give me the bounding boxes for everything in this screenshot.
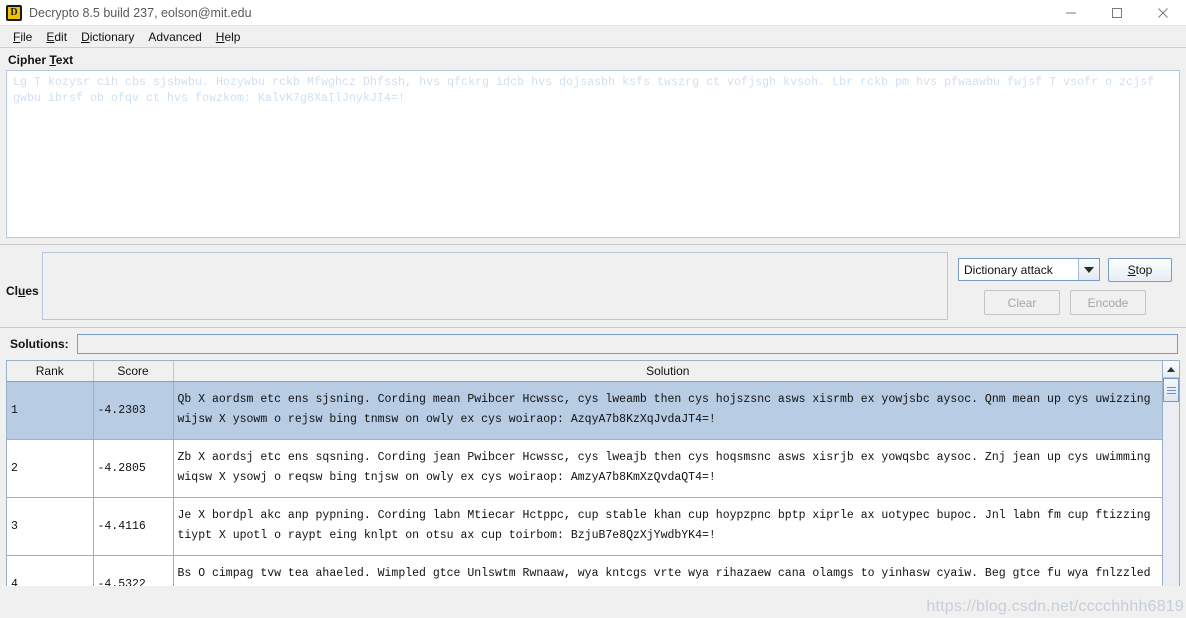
- attack-controls-row-primary: Dictionary attack Stop: [958, 258, 1180, 282]
- menu-item-help[interactable]: Help: [209, 28, 248, 46]
- cipher-label-post: ext: [55, 53, 74, 67]
- attack-mode-select[interactable]: Dictionary attack: [958, 258, 1100, 281]
- menu-dictionary-rest: ictionary: [89, 29, 135, 44]
- cipher-label-pre: Cipher: [8, 53, 50, 67]
- chevron-down-icon[interactable]: [1078, 259, 1099, 280]
- menu-item-dictionary[interactable]: Dictionary: [74, 28, 141, 46]
- clear-button[interactable]: Clear: [984, 290, 1060, 315]
- cell-score: -4.2805: [93, 439, 174, 498]
- cell-rank: 3: [7, 497, 94, 556]
- solutions-label: Solutions:: [10, 337, 69, 351]
- cell-rank: 2: [7, 439, 94, 498]
- attack-mode-value: Dictionary attack: [964, 262, 1053, 277]
- table-row[interactable]: 2 -4.2805 Zb X aordsj etc ens sqsning. C…: [7, 439, 1162, 498]
- cell-rank: 1: [7, 381, 94, 440]
- menu-dictionary-mnemonic: D: [81, 29, 90, 44]
- encode-button[interactable]: Encode: [1070, 290, 1146, 315]
- solutions-input[interactable]: [76, 334, 1178, 354]
- cipher-text-input[interactable]: Lg T kozysr cih cbs sjsbwbu. Hozywbu rck…: [6, 70, 1180, 238]
- menu-file-rest: ile: [20, 29, 33, 44]
- cell-score: -4.5322: [93, 555, 174, 586]
- app-icon: D: [6, 4, 22, 21]
- column-header-score[interactable]: Score: [93, 361, 174, 382]
- menu-item-advanced[interactable]: Advanced: [141, 28, 208, 46]
- menu-item-edit[interactable]: Edit: [39, 28, 74, 46]
- cell-solution: Qb X aordsm etc ens sjsning. Cording mea…: [173, 381, 1162, 440]
- title-bar: D Decrypto 8.5 build 237, eolson@mit.edu: [0, 0, 1186, 26]
- scrollbar-track[interactable]: [1163, 402, 1179, 586]
- solutions-vertical-scrollbar[interactable]: [1162, 361, 1179, 586]
- watermark-text: https://blog.csdn.net/cccchhhh6819: [926, 598, 1184, 615]
- cell-solution: Zb X aordsj etc ens sqsning. Cording jea…: [173, 439, 1162, 498]
- attack-controls: Dictionary attack Stop Clear Encode: [958, 252, 1180, 315]
- cell-rank: 4: [7, 555, 94, 586]
- column-header-rank[interactable]: Rank: [7, 361, 94, 382]
- stop-button-mnemonic: S: [1127, 263, 1136, 277]
- app-window: D Decrypto 8.5 build 237, eolson@mit.edu…: [0, 0, 1186, 618]
- cell-score: -4.2303: [93, 381, 174, 440]
- clues-label: Clues: [6, 252, 42, 298]
- table-row[interactable]: 1 -4.2303 Qb X aordsm etc ens sjsning. C…: [7, 381, 1162, 440]
- cell-score: -4.4116: [93, 497, 174, 556]
- maximize-icon[interactable]: [1094, 0, 1140, 26]
- solutions-table-body-wrap: Rank Score Solution 1 -4.2303 Qb X aords…: [7, 361, 1162, 586]
- menu-edit-rest: dit: [54, 29, 68, 44]
- menu-bar: File Edit Dictionary Advanced Help: [0, 26, 1186, 48]
- window-title: Decrypto 8.5 build 237, eolson@mit.edu: [29, 5, 252, 20]
- clues-label-pre: Cl: [6, 284, 18, 298]
- menu-help-rest: elp: [224, 29, 241, 44]
- attack-controls-row-secondary: Clear Encode: [958, 290, 1180, 315]
- clues-label-post: es: [25, 284, 39, 298]
- solutions-table: Rank Score Solution 1 -4.2303 Qb X aords…: [6, 360, 1180, 586]
- stop-button[interactable]: Stop: [1108, 258, 1172, 282]
- cipher-text-value: Lg T kozysr cih cbs sjsbwbu. Hozywbu rck…: [13, 76, 1162, 105]
- cipher-text-label: Cipher Text: [0, 48, 1186, 70]
- table-header-row: Rank Score Solution: [7, 361, 1162, 382]
- minimize-icon[interactable]: [1048, 0, 1094, 26]
- close-icon[interactable]: [1140, 0, 1186, 26]
- scroll-up-icon[interactable]: [1163, 361, 1179, 378]
- cell-solution: Bs O cimpag tvw tea ahaeled. Wimpled gtc…: [173, 555, 1162, 586]
- clues-section: Clues Dictionary attack Stop Clear Encod…: [0, 245, 1186, 327]
- clues-input[interactable]: [42, 252, 948, 320]
- solutions-field-row: Solutions:: [0, 328, 1186, 360]
- cell-solution: Je X bordpl akc anp pypning. Cording lab…: [173, 497, 1162, 556]
- stop-button-label: top: [1135, 263, 1153, 277]
- table-row[interactable]: 4 -4.5322 Bs O cimpag tvw tea ahaeled. W…: [7, 555, 1162, 586]
- menu-item-file[interactable]: File: [6, 28, 39, 46]
- scrollbar-thumb[interactable]: [1163, 378, 1179, 402]
- table-row[interactable]: 3 -4.4116 Je X bordpl akc anp pypning. C…: [7, 497, 1162, 556]
- window-controls: [1048, 0, 1186, 26]
- menu-advanced-label: Advanced: [148, 29, 202, 44]
- column-header-solution[interactable]: Solution: [173, 361, 1162, 382]
- app-icon-letter: D: [8, 6, 20, 19]
